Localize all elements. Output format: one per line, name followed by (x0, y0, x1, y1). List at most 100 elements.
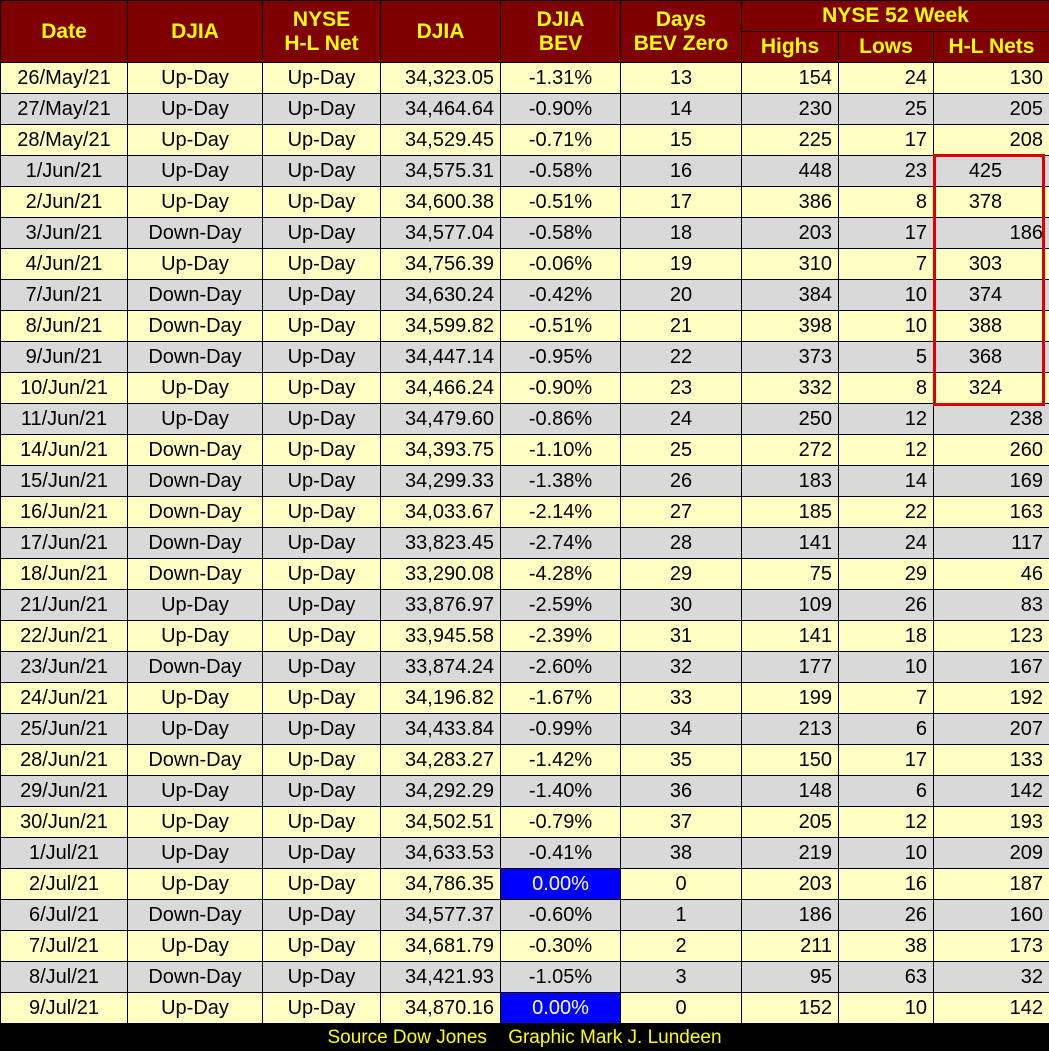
cell-date: 1/Jul/21 (0, 837, 128, 869)
cell-djia-direction: Down-Day (127, 310, 263, 342)
cell-djia-direction: Down-Day (127, 496, 263, 528)
footer-credit: Source Dow Jones Graphic Mark J. Lundeen (0, 1024, 1049, 1051)
cell-djia: 34,479.60 (380, 403, 501, 435)
header-days-line1: Days (655, 7, 707, 31)
cell-date: 1/Jun/21 (0, 155, 128, 187)
cell-date: 15/Jun/21 (0, 465, 128, 497)
cell-djia: 34,393.75 (380, 434, 501, 466)
cell-days: 29 (620, 558, 742, 590)
cell-days: 34 (620, 713, 742, 745)
cell-highs: 225 (741, 124, 839, 156)
cell-djia-direction: Up-Day (127, 372, 263, 404)
cell-date: 9/Jul/21 (0, 992, 128, 1024)
cell-lows: 10 (838, 310, 934, 342)
cell-nyse-direction: Up-Day (262, 961, 381, 993)
cell-highs: 373 (741, 341, 839, 373)
cell-djia: 34,283.27 (380, 744, 501, 776)
cell-date: 7/Jul/21 (0, 930, 128, 962)
cell-date: 24/Jun/21 (0, 682, 128, 714)
table-row: 2/Jun/21 Up-Day Up-Day 34,600.38 -0.51% 17 386… (0, 186, 1049, 218)
cell-nyse-direction: Up-Day (262, 527, 381, 559)
table-row: 17/Jun/21 Down-Day Up-Day 33,823.45 -2.74% 28… (0, 527, 1049, 559)
cell-days: 22 (620, 341, 742, 373)
cell-nyse-direction: Up-Day (262, 465, 381, 497)
cell-nyse-direction: Up-Day (262, 868, 381, 900)
cell-date: 3/Jun/21 (0, 217, 128, 249)
header-djia-bev: DJIA BEV (500, 0, 621, 63)
cell-days: 2 (620, 930, 742, 962)
cell-nets: 163 (933, 496, 1049, 528)
cell-nets: 238 (933, 403, 1049, 435)
cell-date: 7/Jun/21 (0, 279, 128, 311)
cell-djia: 33,876.97 (380, 589, 501, 621)
header-nyse-line2: H-L Net (284, 31, 359, 55)
cell-lows: 12 (838, 434, 934, 466)
cell-days: 0 (620, 992, 742, 1024)
table-row: 23/Jun/21 Down-Day Up-Day 33,874.24 -2.60% 32… (0, 651, 1049, 683)
cell-date: 2/Jul/21 (0, 868, 128, 900)
table-row: 25/Jun/21 Up-Day Up-Day 34,433.84 -0.99% 34 21… (0, 713, 1049, 745)
cell-djia-direction: Up-Day (127, 620, 263, 652)
table-row: 8/Jun/21 Down-Day Up-Day 34,599.82 -0.51% 21 3… (0, 310, 1049, 342)
cell-djia: 34,599.82 (380, 310, 501, 342)
cell-bev: -0.86% (500, 403, 621, 435)
table-row: 14/Jun/21 Down-Day Up-Day 34,393.75 -1.10% 25… (0, 434, 1049, 466)
cell-nets: 368 (933, 341, 1049, 373)
cell-djia: 34,433.84 (380, 713, 501, 745)
cell-highs: 150 (741, 744, 839, 776)
cell-nyse-direction: Up-Day (262, 589, 381, 621)
cell-date: 30/Jun/21 (0, 806, 128, 838)
cell-bev: -2.39% (500, 620, 621, 652)
cell-djia: 34,600.38 (380, 186, 501, 218)
cell-lows: 22 (838, 496, 934, 528)
cell-highs: 386 (741, 186, 839, 218)
cell-djia: 34,870.16 (380, 992, 501, 1024)
cell-bev: -0.58% (500, 155, 621, 187)
cell-highs: 177 (741, 651, 839, 683)
djia-nyse-table: Date DJIA NYSE H-L Net DJIA DJIA BEV Day… (0, 0, 1049, 1024)
cell-lows: 38 (838, 930, 934, 962)
cell-nyse-direction: Up-Day (262, 806, 381, 838)
table-row: 1/Jul/21 Up-Day Up-Day 34,633.53 -0.41% 38 219… (0, 837, 1049, 869)
cell-bev: -0.06% (500, 248, 621, 280)
cell-bev: -1.31% (500, 62, 621, 94)
cell-nyse-direction: Up-Day (262, 124, 381, 156)
cell-nyse-direction: Up-Day (262, 713, 381, 745)
cell-date: 10/Jun/21 (0, 372, 128, 404)
cell-highs: 95 (741, 961, 839, 993)
table-row: 8/Jul/21 Down-Day Up-Day 34,421.93 -1.05% 3 95… (0, 961, 1049, 993)
cell-nets: 133 (933, 744, 1049, 776)
cell-nyse-direction: Up-Day (262, 186, 381, 218)
cell-days: 28 (620, 527, 742, 559)
cell-djia: 34,033.67 (380, 496, 501, 528)
cell-bev: -1.38% (500, 465, 621, 497)
cell-bev: -4.28% (500, 558, 621, 590)
cell-djia: 34,196.82 (380, 682, 501, 714)
cell-lows: 7 (838, 248, 934, 280)
cell-bev: -2.74% (500, 527, 621, 559)
cell-lows: 16 (838, 868, 934, 900)
cell-lows: 12 (838, 403, 934, 435)
cell-date: 6/Jul/21 (0, 899, 128, 931)
header-bev-line1: DJIA (536, 7, 585, 31)
cell-djia-direction: Down-Day (127, 651, 263, 683)
cell-djia-direction: Up-Day (127, 62, 263, 94)
cell-days: 14 (620, 93, 742, 125)
header-nyse-line1: NYSE (292, 7, 351, 31)
cell-days: 19 (620, 248, 742, 280)
table-row: 9/Jun/21 Down-Day Up-Day 34,447.14 -0.95% 22 3… (0, 341, 1049, 373)
cell-lows: 10 (838, 651, 934, 683)
cell-djia-direction: Down-Day (127, 558, 263, 590)
cell-days: 13 (620, 62, 742, 94)
cell-highs: 75 (741, 558, 839, 590)
table-row: 10/Jun/21 Up-Day Up-Day 34,466.24 -0.90% 23 33… (0, 372, 1049, 404)
table-row: 21/Jun/21 Up-Day Up-Day 33,876.97 -2.59% 30 10… (0, 589, 1049, 621)
cell-djia-direction: Up-Day (127, 992, 263, 1024)
cell-nets: 142 (933, 992, 1049, 1024)
table-row: 1/Jun/21 Up-Day Up-Day 34,575.31 -0.58% 16 448… (0, 155, 1049, 187)
cell-days: 27 (620, 496, 742, 528)
cell-highs: 186 (741, 899, 839, 931)
cell-days: 18 (620, 217, 742, 249)
cell-days: 17 (620, 186, 742, 218)
cell-nets: 186 (933, 217, 1049, 249)
